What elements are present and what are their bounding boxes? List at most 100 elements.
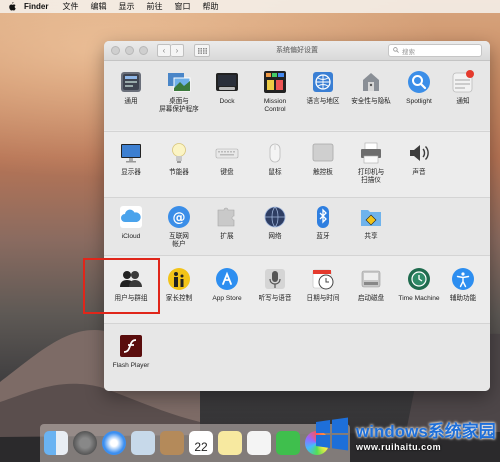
- show-all-button[interactable]: [194, 44, 210, 57]
- prefs-row-other: Flash Player: [104, 323, 490, 391]
- pref-keyboard-label: 键盘: [220, 169, 234, 176]
- printer-icon: [359, 141, 383, 165]
- pref-bluetooth-label: 蓝牙: [316, 233, 330, 240]
- dock-reminders-icon[interactable]: [247, 431, 271, 455]
- pref-parental-controls[interactable]: 家长控制: [155, 267, 203, 303]
- pref-extensions-label: 扩展: [220, 233, 234, 240]
- pref-displays[interactable]: 显示器: [107, 141, 155, 177]
- windows-logo-icon: [316, 417, 348, 451]
- pref-accessibility[interactable]: 辅助功能: [439, 267, 487, 303]
- highlight-box: [83, 258, 160, 314]
- pref-app-store-label: App Store: [212, 295, 242, 302]
- pref-time-machine[interactable]: Time Machine: [395, 267, 443, 303]
- pref-energy[interactable]: 节能器: [155, 141, 203, 177]
- menu-go[interactable]: 前往: [146, 1, 162, 12]
- menu-finder[interactable]: Finder: [24, 2, 48, 11]
- security-icon: [359, 70, 383, 94]
- icloud-icon: [119, 205, 143, 229]
- pref-extensions[interactable]: 扩展: [203, 205, 251, 241]
- minimize-button[interactable]: [125, 46, 134, 55]
- pref-startup-disk-label: 启动磁盘: [357, 295, 385, 302]
- pref-internet-accounts-label: 互联网 帐户: [169, 233, 189, 248]
- menu-bar: Finder 文件 编辑 显示 前往 窗口 帮助: [0, 0, 500, 13]
- close-button[interactable]: [111, 46, 120, 55]
- pref-sharing-label: 共享: [364, 233, 378, 240]
- menu-view[interactable]: 显示: [118, 1, 134, 12]
- dock-launchpad-icon[interactable]: [73, 431, 97, 455]
- general-icon: [119, 70, 143, 94]
- dock-mail-icon[interactable]: [131, 431, 155, 455]
- pref-internet-accounts[interactable]: @ 互联网 帐户: [155, 205, 203, 249]
- pref-trackpad[interactable]: 触控板: [299, 141, 347, 177]
- prefs-row-hardware: 显示器 节能器 键盘 鼠标 触控板 打印机与 扫描仪 声音: [104, 131, 490, 198]
- dock-safari-icon[interactable]: [102, 431, 126, 455]
- pref-date-time[interactable]: 日期与时间: [299, 267, 347, 303]
- pref-accessibility-label: 辅助功能: [449, 295, 477, 302]
- search-icon: [393, 46, 399, 55]
- window-titlebar[interactable]: ‹ › 系统偏好设置 搜索: [104, 41, 490, 61]
- zoom-button[interactable]: [139, 46, 148, 55]
- menu-edit[interactable]: 编辑: [90, 1, 106, 12]
- pref-startup-disk[interactable]: 启动磁盘: [347, 267, 395, 303]
- system-preferences-window: ‹ › 系统偏好设置 搜索 通用 桌面与 屏幕保护程序 Dock Mission…: [104, 41, 490, 391]
- pref-spotlight[interactable]: Spotlight: [395, 70, 443, 106]
- pref-sound[interactable]: 声音: [395, 141, 443, 177]
- dock-calendar-icon[interactable]: 22: [189, 431, 213, 455]
- svg-text:@: @: [173, 211, 186, 226]
- flash-player-icon: [119, 334, 143, 358]
- pref-general[interactable]: 通用: [107, 70, 155, 106]
- menu-window[interactable]: 窗口: [174, 1, 190, 12]
- pref-time-machine-label: Time Machine: [398, 295, 440, 302]
- pref-icloud-label: iCloud: [121, 233, 141, 240]
- menu-file[interactable]: 文件: [62, 1, 78, 12]
- pref-flash-player[interactable]: Flash Player: [107, 334, 155, 370]
- back-button[interactable]: ‹: [157, 44, 171, 57]
- prefs-row-personal: 通用 桌面与 屏幕保护程序 Dock Mission Control 语言与地区: [104, 61, 490, 130]
- pref-displays-label: 显示器: [121, 169, 141, 176]
- dock-contacts-icon[interactable]: [160, 431, 184, 455]
- pref-energy-label: 节能器: [169, 169, 189, 176]
- pref-printers[interactable]: 打印机与 扫描仪: [347, 141, 395, 185]
- pref-bluetooth[interactable]: 蓝牙: [299, 205, 347, 241]
- startup-disk-icon: [359, 267, 383, 291]
- extensions-icon: [215, 205, 239, 229]
- pref-dictation[interactable]: 听写与语音: [251, 267, 299, 303]
- search-field[interactable]: 搜索: [388, 44, 482, 57]
- energy-icon: [167, 141, 191, 165]
- pref-keyboard[interactable]: 键盘: [203, 141, 251, 177]
- pref-mission-control[interactable]: Mission Control: [251, 70, 299, 114]
- pref-language[interactable]: 语言与地区: [299, 70, 347, 106]
- watermark: windows系统家园 www.ruihaitu.com: [308, 408, 498, 460]
- pref-network[interactable]: 网络: [251, 205, 299, 241]
- pref-mouse-label: 鼠标: [268, 169, 282, 176]
- pref-sharing[interactable]: 共享: [347, 205, 395, 241]
- pref-notifications[interactable]: 通知: [439, 70, 487, 106]
- pref-mouse[interactable]: 鼠标: [251, 141, 299, 177]
- pref-security[interactable]: 安全性与隐私: [347, 70, 395, 106]
- trackpad-icon: [311, 141, 335, 165]
- parental-controls-icon: [167, 267, 191, 291]
- displays-icon: [119, 141, 143, 165]
- pref-general-label: 通用: [124, 98, 138, 105]
- notifications-icon: [451, 70, 475, 94]
- prefs-row-system: 用户与群组 家长控制 App Store 听写与语音 日期与时间 启动磁盘 Ti…: [104, 255, 490, 324]
- pref-dock[interactable]: Dock: [203, 70, 251, 106]
- dock: 22: [40, 424, 350, 462]
- sharing-icon: [359, 205, 383, 229]
- apple-icon[interactable]: [8, 2, 16, 11]
- menu-help[interactable]: 帮助: [202, 1, 218, 12]
- dock-notes-icon[interactable]: [218, 431, 242, 455]
- pref-app-store[interactable]: App Store: [203, 267, 251, 303]
- pref-parental-controls-label: 家长控制: [165, 295, 193, 302]
- pref-language-label: 语言与地区: [306, 98, 340, 105]
- keyboard-icon: [215, 141, 239, 165]
- grid-icon: [197, 47, 207, 54]
- forward-button[interactable]: ›: [171, 44, 184, 57]
- pref-desktop[interactable]: 桌面与 屏幕保护程序: [155, 70, 203, 114]
- watermark-url: www.ruihaitu.com: [356, 441, 442, 452]
- dock-finder-icon[interactable]: [44, 431, 68, 455]
- pref-icloud[interactable]: iCloud: [107, 205, 155, 241]
- dock-facetime-icon[interactable]: [276, 431, 300, 455]
- calendar-day: 22: [194, 440, 208, 454]
- pref-sound-label: 声音: [412, 169, 426, 176]
